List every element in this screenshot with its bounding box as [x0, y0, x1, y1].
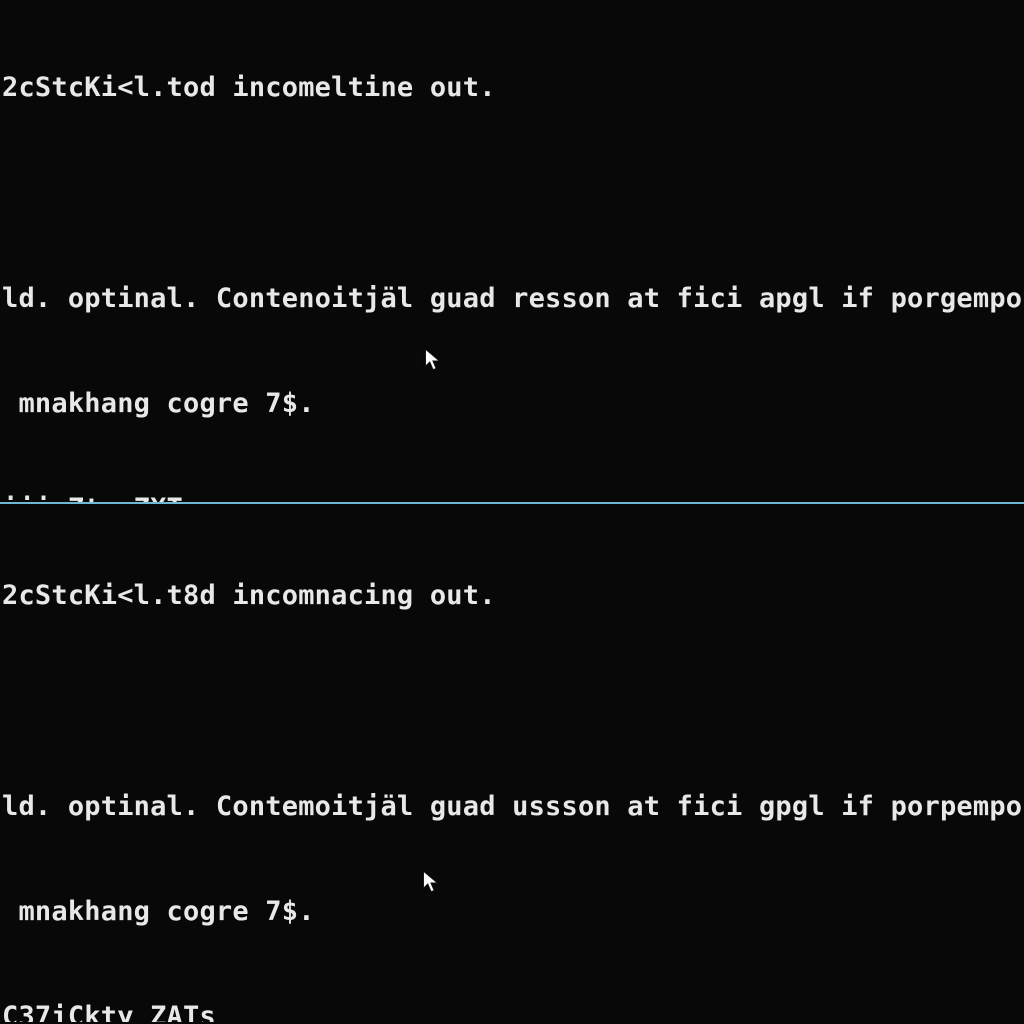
terminal-line: mnakhang cogre 7$. [2, 894, 1024, 929]
terminal-line: ld. optinal. Contenoitjäl guad resson at… [2, 281, 1024, 316]
terminal-line: 2cStcKi<l.tod incomeltine out. [2, 70, 1024, 105]
terminal-pane-bottom[interactable]: 2cStcKi<l.t8d incomnacing out. ld. optin… [0, 502, 1024, 1022]
terminal-line: iii Zty ZXTs [2, 491, 1024, 502]
terminal-line [2, 683, 1024, 718]
terminal-line: C37iCkty ZATs [2, 999, 1024, 1022]
terminal-line: 2cStcKi<l.t8d incomnacing out. [2, 578, 1024, 613]
terminal-line: ld. optinal. Contemoitjäl guad ussson at… [2, 789, 1024, 824]
terminal-pane-top[interactable]: 2cStcKi<l.tod incomeltine out. ld. optin… [0, 0, 1024, 502]
terminal-line: mnakhang cogre 7$. [2, 386, 1024, 421]
terminal-line [2, 175, 1024, 210]
